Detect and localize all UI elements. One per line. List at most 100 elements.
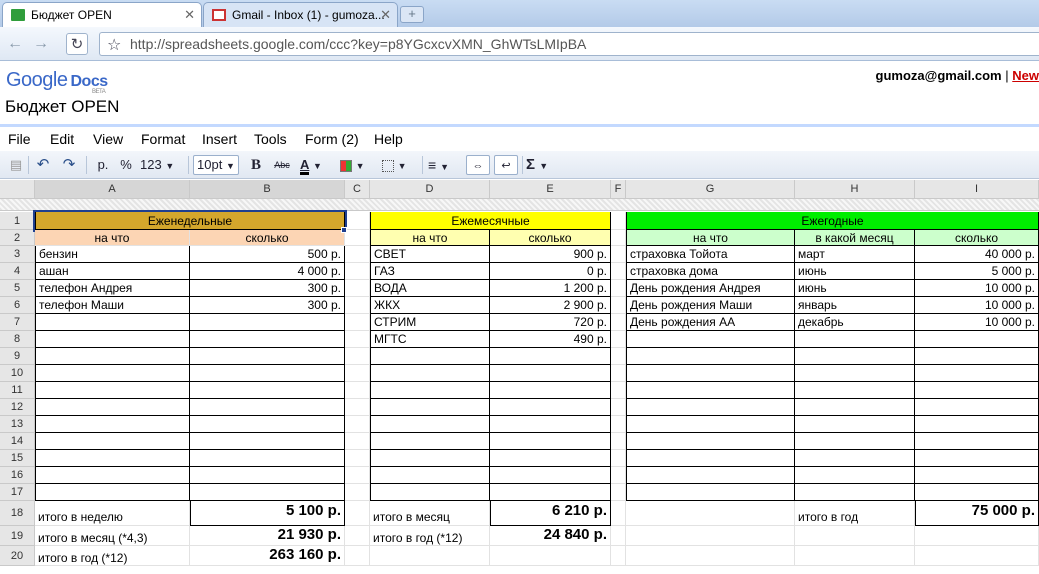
star-icon[interactable]: ☆ [107, 35, 121, 55]
yearly-item-month[interactable]: июнь [795, 280, 915, 297]
menu-form[interactable]: Form (2) [305, 131, 359, 147]
monthly-item-amount[interactable] [490, 365, 611, 382]
fill-color-button[interactable]: ▼ [340, 155, 372, 175]
monthly-item-amount[interactable] [490, 433, 611, 450]
monthly-item-amount[interactable] [490, 450, 611, 467]
empty-cell[interactable] [611, 546, 626, 566]
yearly-item-month[interactable] [795, 348, 915, 365]
corner-cell[interactable] [0, 180, 35, 199]
monthly-item-name[interactable]: ВОДА [370, 280, 490, 297]
monthly-item-amount[interactable]: 2 900 р. [490, 297, 611, 314]
monthly-item-amount[interactable]: 720 р. [490, 314, 611, 331]
weekly-col-name[interactable]: на что [35, 230, 190, 246]
row-header[interactable]: 15 [0, 450, 35, 467]
empty-cell[interactable] [345, 484, 370, 501]
yearly-item-month[interactable]: декабрь [795, 314, 915, 331]
yearly-item-name[interactable] [626, 484, 795, 501]
empty-cell[interactable] [611, 212, 626, 230]
weekly-item-amount[interactable]: 4 000 р. [190, 263, 345, 280]
merge-cells-button[interactable]: ⇔ [466, 155, 490, 175]
yearly-item-name[interactable]: страховка дома [626, 263, 795, 280]
weekly-item-amount[interactable] [190, 365, 345, 382]
new-tab-button[interactable]: + [400, 6, 424, 23]
monthly-total-year[interactable]: 24 840 р. [490, 526, 611, 546]
new-link[interactable]: New [1012, 68, 1039, 83]
monthly-item-name[interactable]: ЖКХ [370, 297, 490, 314]
monthly-item-name[interactable] [370, 399, 490, 416]
row-header[interactable]: 1 [0, 212, 35, 230]
empty-cell[interactable] [915, 546, 1039, 566]
yearly-total-year[interactable]: 75 000 р. [915, 501, 1039, 526]
monthly-total-month-label[interactable]: итого в месяц [370, 501, 490, 526]
yearly-item-amount[interactable] [915, 416, 1039, 433]
font-size-dropdown[interactable]: 10pt ▼ [193, 155, 239, 175]
yearly-col-month[interactable]: в какой месяц [795, 230, 915, 246]
row-header[interactable]: 6 [0, 297, 35, 314]
print-icon[interactable]: ▤ [6, 155, 26, 175]
bold-button[interactable]: B [246, 155, 266, 175]
empty-cell[interactable] [345, 546, 370, 566]
close-icon[interactable]: ✕ [184, 7, 195, 23]
weekly-item-amount[interactable] [190, 399, 345, 416]
weekly-item-name[interactable] [35, 314, 190, 331]
yearly-header[interactable]: Ежегодные [626, 212, 1039, 230]
weekly-total-week-label[interactable]: итого в неделю [35, 501, 190, 526]
yearly-item-name[interactable] [626, 433, 795, 450]
empty-cell[interactable] [611, 331, 626, 348]
yearly-item-amount[interactable] [915, 467, 1039, 484]
menu-help[interactable]: Help [374, 131, 403, 147]
empty-cell[interactable] [345, 526, 370, 546]
weekly-item-amount[interactable] [190, 331, 345, 348]
currency-format-button[interactable]: р. [92, 155, 114, 175]
yearly-item-name[interactable] [626, 450, 795, 467]
menu-view[interactable]: View [93, 131, 123, 147]
row-header[interactable]: 5 [0, 280, 35, 297]
percent-format-button[interactable]: % [117, 155, 135, 175]
empty-cell[interactable] [345, 230, 370, 246]
monthly-item-amount[interactable] [490, 484, 611, 501]
menu-tools[interactable]: Tools [254, 131, 287, 147]
yearly-item-name[interactable] [626, 399, 795, 416]
borders-button[interactable]: ▼ [382, 155, 414, 175]
weekly-total-month-label[interactable]: итого в месяц (*4,3) [35, 526, 190, 546]
strikethrough-button[interactable]: Abc [270, 155, 294, 175]
weekly-item-amount[interactable] [190, 382, 345, 399]
empty-cell[interactable] [345, 433, 370, 450]
monthly-item-amount[interactable]: 1 200 р. [490, 280, 611, 297]
empty-cell[interactable] [611, 297, 626, 314]
column-header[interactable]: I [915, 180, 1039, 199]
yearly-item-name[interactable]: страховка Тойота [626, 246, 795, 263]
empty-cell[interactable] [345, 501, 370, 526]
column-header[interactable]: B [190, 180, 345, 199]
empty-cell[interactable] [345, 297, 370, 314]
weekly-item-name[interactable] [35, 365, 190, 382]
row-header[interactable]: 18 [0, 501, 35, 526]
menu-format[interactable]: Format [141, 131, 185, 147]
yearly-item-month[interactable] [795, 382, 915, 399]
yearly-item-month[interactable] [795, 416, 915, 433]
frozen-row-divider[interactable] [0, 199, 1039, 211]
selection-fill-handle[interactable] [341, 227, 347, 233]
monthly-header[interactable]: Ежемесячные [370, 212, 611, 230]
row-header[interactable]: 3 [0, 246, 35, 263]
empty-cell[interactable] [626, 501, 795, 526]
yearly-item-name[interactable] [626, 331, 795, 348]
empty-cell[interactable] [345, 416, 370, 433]
text-color-button[interactable]: A ▼ [300, 155, 332, 175]
weekly-item-name[interactable]: телефон Андрея [35, 280, 190, 297]
empty-cell[interactable] [345, 314, 370, 331]
yearly-item-amount[interactable]: 10 000 р. [915, 314, 1039, 331]
monthly-item-name[interactable]: СТРИМ [370, 314, 490, 331]
row-header[interactable]: 2 [0, 230, 35, 246]
empty-cell[interactable] [345, 450, 370, 467]
empty-cell[interactable] [611, 348, 626, 365]
weekly-total-year-label[interactable]: итого в год (*12) [35, 546, 190, 566]
empty-cell[interactable] [611, 263, 626, 280]
weekly-item-name[interactable] [35, 348, 190, 365]
yearly-item-month[interactable]: январь [795, 297, 915, 314]
row-header[interactable]: 10 [0, 365, 35, 382]
empty-cell[interactable] [611, 467, 626, 484]
weekly-total-year[interactable]: 263 160 р. [190, 546, 345, 566]
yearly-item-name[interactable] [626, 348, 795, 365]
empty-cell[interactable] [345, 280, 370, 297]
